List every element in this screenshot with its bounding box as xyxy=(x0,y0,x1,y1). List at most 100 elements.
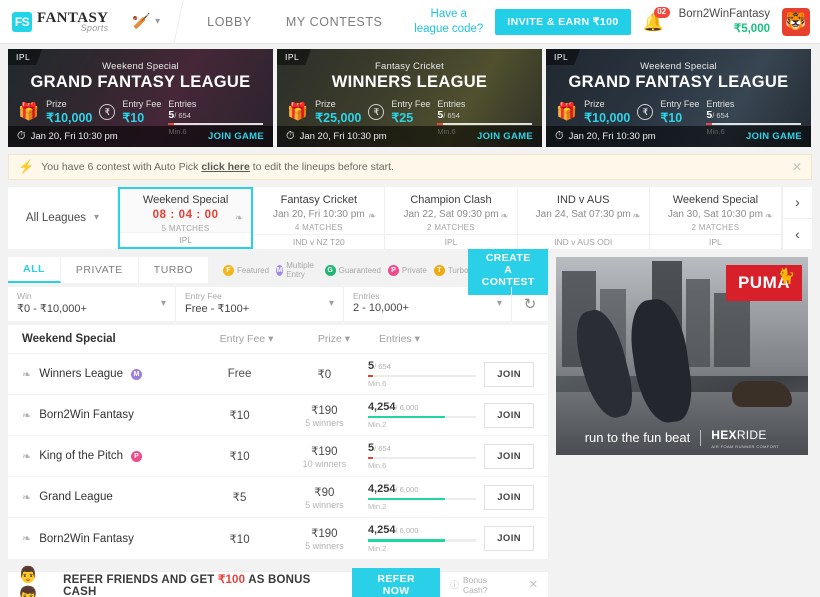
table-row[interactable]: ❧ Born2Win Fantasy ₹10 ₹190 5 winners 4,… xyxy=(8,518,548,559)
banner-join-game-button[interactable]: JOIN GAME xyxy=(477,131,533,142)
banner-entries-bar xyxy=(437,123,532,125)
share-icon[interactable]: ❧ xyxy=(22,368,31,381)
contest-list: Weekend Special Entry Fee ▾ Prize ▾ Entr… xyxy=(8,325,548,559)
next-arrow-icon[interactable]: › xyxy=(783,187,812,219)
ad-product-group: HEXRIDE AIR FOAM RUNNER COMFORT xyxy=(711,426,779,449)
share-icon[interactable]: ❧ xyxy=(368,211,376,222)
contest-fee: Free xyxy=(227,368,252,380)
private-badge-icon: P xyxy=(130,450,142,462)
refer-now-button[interactable]: REFER NOW xyxy=(351,567,441,597)
match-tab-matches: 4 MATCHES xyxy=(294,223,343,232)
share-icon[interactable]: ❧ xyxy=(765,211,773,222)
invite-earn-button[interactable]: INVITE & EARN ₹100 xyxy=(495,8,631,35)
join-button[interactable]: JOIN xyxy=(484,526,534,551)
contest-entries-total: / 6,000 xyxy=(395,484,419,494)
banner-join-game-button[interactable]: JOIN GAME xyxy=(208,131,264,142)
nav-item-my-contests[interactable]: MY CONTESTS xyxy=(286,15,383,29)
match-tab-league: IPL xyxy=(649,234,782,249)
puma-cat-icon: 🐈 xyxy=(776,268,796,285)
share-icon[interactable]: ❧ xyxy=(22,491,31,504)
all-leagues-dropdown[interactable]: All Leagues ▾ xyxy=(8,187,118,249)
join-button[interactable]: JOIN xyxy=(484,443,534,469)
table-row[interactable]: ❧ Grand League ₹5 ₹90 5 winners 4,254/ 6… xyxy=(8,477,548,518)
banner-card[interactable]: IPL Fantasy Cricket WINNERS LEAGUE 🎁 Pri… xyxy=(277,49,542,147)
banner-fee-value: ₹10 xyxy=(122,111,145,125)
win-filter-label: Win xyxy=(17,291,32,301)
table-row[interactable]: ❧ Born2Win Fantasy ₹10 ₹190 5 winners 4,… xyxy=(8,395,548,436)
contest-fee-cell: ₹10 xyxy=(198,408,280,422)
win-filter-dropdown[interactable]: Win ₹0 - ₹10,000+ ▾ xyxy=(8,287,176,321)
column-prize[interactable]: Prize ▾ xyxy=(289,333,379,345)
prev-arrow-icon[interactable]: ‹ xyxy=(783,219,812,250)
table-row[interactable]: ❧ King of the Pitch P ₹10 ₹190 10 winner… xyxy=(8,436,548,477)
banner-fee-value: ₹10 xyxy=(660,111,683,125)
entries-filter-dropdown[interactable]: Entries 2 - 10,000+ ▾ xyxy=(344,287,512,321)
share-icon[interactable]: ❧ xyxy=(235,213,243,224)
entry-fee-filter-label: Entry Fee xyxy=(185,291,222,301)
notifications-button[interactable]: 🔔 02 xyxy=(643,6,670,35)
autopick-click-here-link[interactable]: click here xyxy=(201,161,249,173)
share-icon[interactable]: ❧ xyxy=(22,409,31,422)
chevron-updown-icon: ▾ xyxy=(496,298,502,309)
column-entry-fee[interactable]: Entry Fee ▾ xyxy=(204,333,289,345)
entry-fee-filter-dropdown[interactable]: Entry Fee Free - ₹100+ ▾ xyxy=(176,287,344,321)
banner-entries-fill xyxy=(437,123,444,125)
contest-list-header: Weekend Special Entry Fee ▾ Prize ▾ Entr… xyxy=(8,325,548,354)
legend-label: Featured xyxy=(237,265,270,275)
banner-entries-label: Entries xyxy=(437,99,466,109)
advertisement-banner[interactable]: PUMA 🐈 run to the fun beat HEXRIDE AIR F… xyxy=(556,257,808,455)
join-button[interactable]: JOIN xyxy=(484,402,534,428)
filter-dropdowns: Win ₹0 - ₹10,000+ ▾ Entry Fee Free - ₹10… xyxy=(8,287,548,321)
contest-name-cell: ❧ Winners League M xyxy=(22,368,198,381)
bonus-cash-help[interactable]: ⓘ Bonus Cash? xyxy=(450,575,512,595)
ad-divider xyxy=(700,429,702,446)
share-icon[interactable]: ❧ xyxy=(22,532,31,545)
legend-label: Turbo xyxy=(447,265,469,275)
user-info[interactable]: Born2WinFantasy ₹5,000 xyxy=(679,7,770,36)
reset-filters-button[interactable]: ↻ xyxy=(512,287,548,321)
nav-item-lobby[interactable]: LOBBY xyxy=(207,15,252,29)
match-tab-weekend-special-2[interactable]: Weekend Special Jan 30, Sat 10:30 pm 2 M… xyxy=(649,187,782,249)
banner-subtitle: Weekend Special xyxy=(640,61,717,72)
contest-winners: 5 winners xyxy=(305,499,344,510)
refer-text-a: REFER FRIENDS AND GET xyxy=(63,573,218,586)
reset-icon: ↻ xyxy=(523,296,537,313)
close-icon[interactable]: ✕ xyxy=(529,578,538,591)
tab-private[interactable]: PRIVATE xyxy=(61,257,139,283)
contest-entries-cell: 5/ 654 Min.6 xyxy=(367,360,484,388)
tab-turbo[interactable]: TURBO xyxy=(139,257,210,283)
banner-card[interactable]: IPL Weekend Special GRAND FANTASY LEAGUE… xyxy=(8,49,273,147)
match-tab-fantasy-cricket[interactable]: Fantasy Cricket Jan 20, Fri 10:30 pm 4 M… xyxy=(253,187,386,249)
ad-tagline-group: run to the fun beat HEXRIDE AIR FOAM RUN… xyxy=(556,426,808,449)
share-icon[interactable]: ❧ xyxy=(500,211,508,222)
contest-entries-fill xyxy=(367,456,374,460)
tiger-mascot-icon: 🐯 xyxy=(785,11,807,31)
match-tab-weekend-special[interactable]: Weekend Special 08 : 04 : 00 5 MATCHES ❧… xyxy=(118,187,254,249)
match-tab-name: IND v AUS xyxy=(556,194,610,206)
banner-join-game-button[interactable]: JOIN GAME xyxy=(746,131,802,142)
match-tab-champion-clash[interactable]: Champion Clash Jan 22, Sat 09:30 pm 2 MA… xyxy=(385,187,518,249)
share-icon[interactable]: ❧ xyxy=(22,450,31,463)
column-entries[interactable]: Entries ▾ xyxy=(379,333,499,345)
match-tab-league: IND v AUS ODI xyxy=(517,234,649,249)
puma-logo: PUMA 🐈 xyxy=(726,265,802,301)
table-row[interactable]: ❧ Winners League M Free ₹0 5/ 654 Min.6 … xyxy=(8,354,548,395)
banner-entries-total: / 654 xyxy=(443,111,460,120)
sport-selector[interactable]: 🏏 ▾ xyxy=(132,14,160,29)
legend-guaranteed: G Guaranteed xyxy=(324,264,381,276)
join-button[interactable]: JOIN xyxy=(484,361,534,387)
share-icon[interactable]: ❧ xyxy=(632,211,640,222)
close-icon[interactable]: ✕ xyxy=(792,160,802,174)
brand-logo[interactable]: FS FANTASY Sports xyxy=(0,10,108,33)
avatar[interactable]: 🐯 xyxy=(782,7,810,36)
tab-all[interactable]: ALL xyxy=(8,257,61,283)
contest-group-title: Weekend Special xyxy=(22,333,116,345)
banner-card[interactable]: IPL Weekend Special GRAND FANTASY LEAGUE… xyxy=(546,49,811,147)
contest-entries-bar xyxy=(367,497,476,501)
join-button[interactable]: JOIN xyxy=(484,484,534,510)
league-code-link[interactable]: Have a league code? xyxy=(414,7,483,36)
autopick-text-before: You have 6 contest with Auto Pick xyxy=(41,161,202,173)
match-tab-ind-v-aus[interactable]: IND v AUS Jan 24, Sat 07:30 pm ❧ IND v A… xyxy=(517,187,650,249)
contest-name-cell: ❧ Born2Win Fantasy xyxy=(22,409,198,422)
banner-title: WINNERS LEAGUE xyxy=(331,73,488,91)
